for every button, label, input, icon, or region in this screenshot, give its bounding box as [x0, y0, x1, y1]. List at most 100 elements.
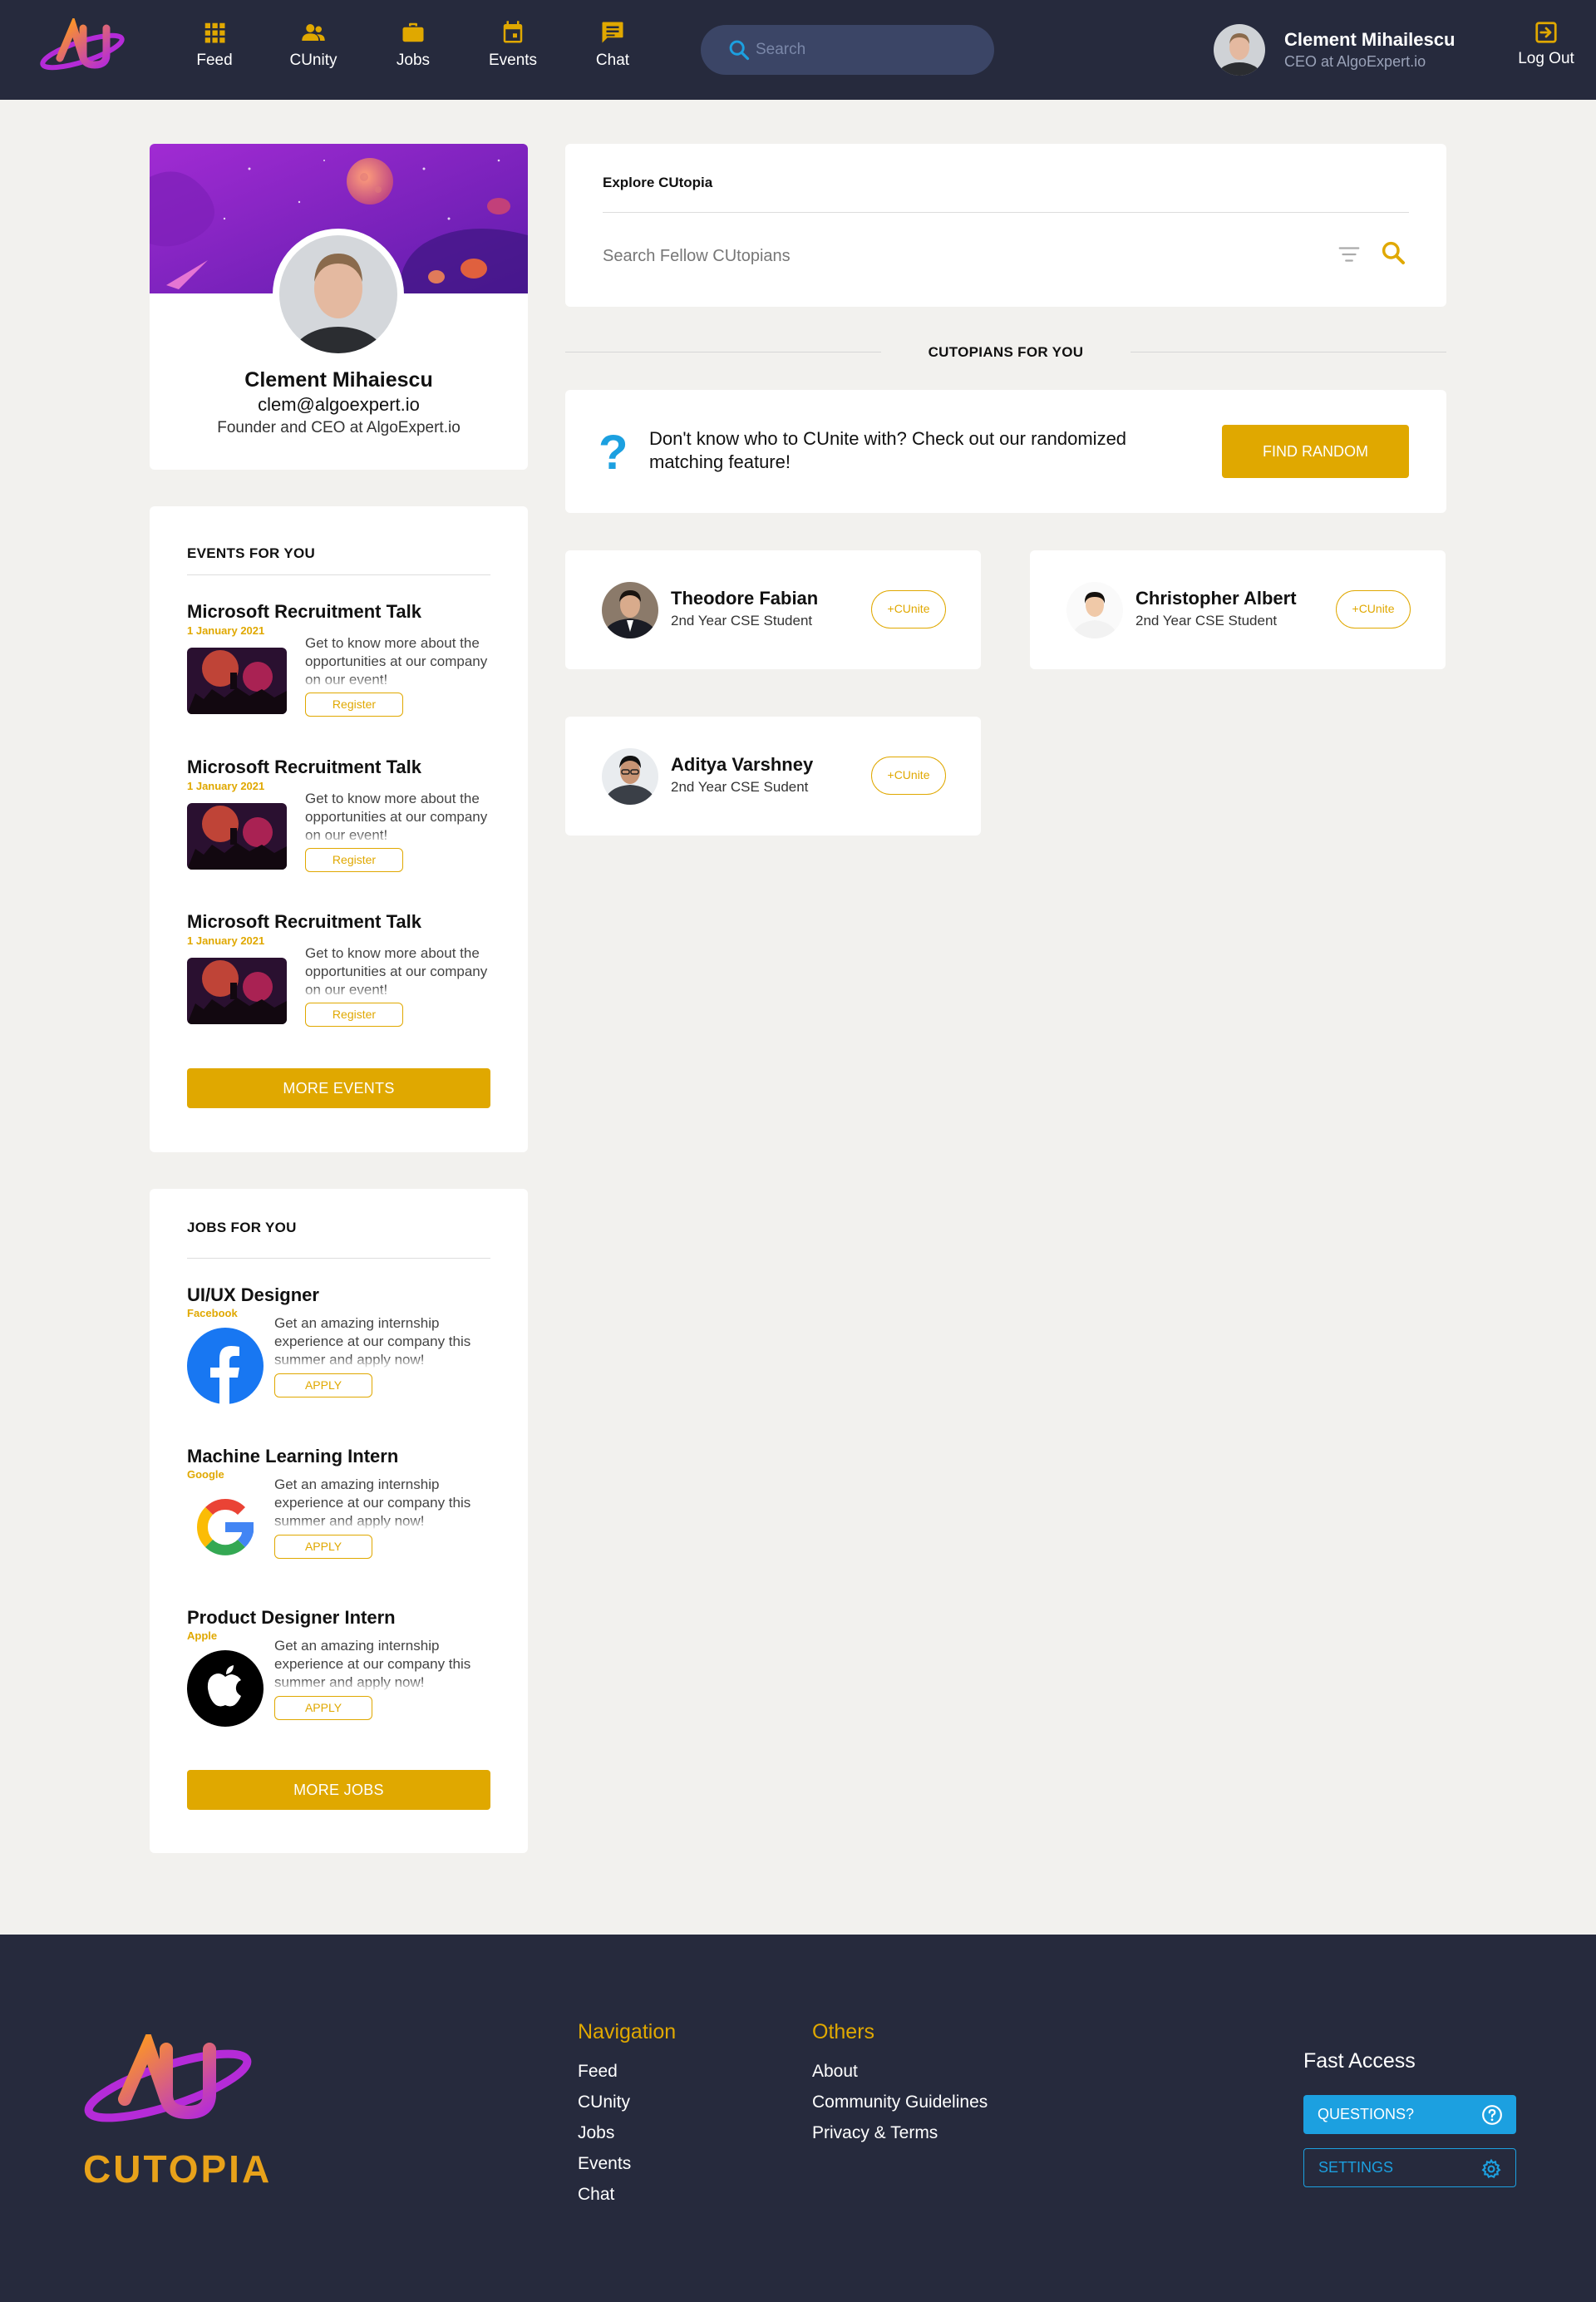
- nav-user-name[interactable]: Clement Mihailescu: [1284, 29, 1455, 51]
- avatar[interactable]: [602, 748, 658, 805]
- help-circle-icon: [1482, 2105, 1502, 2125]
- nav-events[interactable]: Events: [471, 20, 554, 70]
- explore-title: Explore CUtopia: [603, 175, 713, 190]
- explore-divider: [603, 212, 1409, 213]
- logout-icon: [1535, 22, 1557, 43]
- cunite-button[interactable]: +CUnite: [871, 757, 946, 795]
- apply-button[interactable]: APPLY: [274, 1696, 372, 1720]
- person-card: Theodore Fabian 2nd Year CSE Student +CU…: [565, 550, 981, 669]
- settings-button[interactable]: SETTINGS: [1303, 2148, 1516, 2187]
- cutopian-search-input[interactable]: [603, 239, 1268, 273]
- footer-link-events[interactable]: Events: [578, 2154, 631, 2174]
- event-date: 1 January 2021: [187, 780, 265, 792]
- person-card: Aditya Varshney 2nd Year CSE Sudent +CUn…: [565, 717, 981, 836]
- job-title[interactable]: Product Designer Intern: [187, 1607, 396, 1629]
- events-section-title: EVENTS FOR YOU: [187, 545, 316, 561]
- nav-feed[interactable]: Feed: [173, 20, 256, 70]
- register-button[interactable]: Register: [305, 693, 403, 717]
- nav-user-avatar[interactable]: [1214, 24, 1265, 76]
- more-events-button[interactable]: MORE EVENTS: [187, 1068, 490, 1108]
- cutopia-logo-icon[interactable]: [76, 2034, 259, 2130]
- person-subtitle: 2nd Year CSE Student: [1135, 613, 1278, 628]
- top-navbar: Feed CUnity Jobs Events Chat Clement Mih…: [0, 0, 1596, 100]
- person-name[interactable]: Theodore Fabian: [671, 588, 818, 609]
- gear-icon: [1481, 2158, 1501, 2178]
- footer-link-cunity[interactable]: CUnity: [578, 2093, 630, 2112]
- person-subtitle: 2nd Year CSE Sudent: [671, 779, 809, 795]
- nav-chat-label: Chat: [595, 52, 630, 69]
- calendar-icon: [503, 21, 523, 43]
- nav-feed-label: Feed: [196, 52, 233, 69]
- cutopia-logo-icon[interactable]: [37, 18, 128, 76]
- job-item: Machine Learning Intern Google Get an am…: [187, 1446, 495, 1595]
- person-name[interactable]: Aditya Varshney: [671, 754, 813, 776]
- event-item: Microsoft Recruitment Talk 1 January 202…: [187, 757, 495, 898]
- apply-button[interactable]: APPLY: [274, 1373, 372, 1397]
- cunite-button[interactable]: +CUnite: [871, 590, 946, 628]
- register-button[interactable]: Register: [305, 1003, 403, 1027]
- event-title[interactable]: Microsoft Recruitment Talk: [187, 757, 421, 778]
- footer-link-chat[interactable]: Chat: [578, 2185, 614, 2205]
- fast-access-title: Fast Access: [1303, 2049, 1416, 2073]
- find-random-button[interactable]: FIND RANDOM: [1222, 425, 1409, 478]
- questions-label: QUESTIONS?: [1318, 2106, 1415, 2122]
- footer-brand: CUTOPIA: [83, 2147, 273, 2191]
- job-company: Google: [187, 1468, 224, 1481]
- events-divider: [187, 574, 490, 575]
- chat-icon: [602, 22, 623, 43]
- event-date: 1 January 2021: [187, 934, 265, 947]
- footer-link-about[interactable]: About: [812, 2062, 858, 2082]
- jobs-card: JOBS FOR YOU UI/UX Designer Facebook Get…: [150, 1189, 528, 1853]
- logout-button[interactable]: Log Out: [1506, 20, 1586, 68]
- nav-cunity[interactable]: CUnity: [272, 20, 355, 70]
- nav-chat[interactable]: Chat: [571, 20, 654, 70]
- footer-link-privacy-terms[interactable]: Privacy & Terms: [812, 2123, 938, 2143]
- nav-jobs-label: Jobs: [396, 52, 431, 69]
- event-title[interactable]: Microsoft Recruitment Talk: [187, 601, 421, 623]
- footer-link-jobs[interactable]: Jobs: [578, 2123, 614, 2143]
- nav-events-label: Events: [488, 52, 538, 69]
- job-company: Apple: [187, 1629, 218, 1642]
- job-title[interactable]: Machine Learning Intern: [187, 1446, 398, 1467]
- job-item: UI/UX Designer Facebook Get an amazing i…: [187, 1284, 495, 1434]
- person-card: Christopher Albert 2nd Year CSE Student …: [1030, 550, 1446, 669]
- event-title[interactable]: Microsoft Recruitment Talk: [187, 911, 421, 933]
- job-company: Facebook: [187, 1307, 238, 1319]
- explore-card: Explore CUtopia: [565, 144, 1446, 307]
- nav-jobs[interactable]: Jobs: [372, 20, 455, 70]
- random-match-card: ? Don't know who to CUnite with? Check o…: [565, 390, 1446, 513]
- search-icon[interactable]: [727, 38, 751, 62]
- profile-avatar[interactable]: [273, 229, 404, 360]
- avatar[interactable]: [602, 582, 658, 638]
- apply-button[interactable]: APPLY: [274, 1535, 372, 1559]
- cutopians-section-title: CUTOPIANS FOR YOU: [928, 344, 1084, 360]
- questions-button[interactable]: QUESTIONS?: [1303, 2095, 1516, 2134]
- search-icon[interactable]: [1380, 239, 1406, 266]
- register-button[interactable]: Register: [305, 848, 403, 872]
- event-image: [187, 958, 287, 1024]
- cunite-button[interactable]: +CUnite: [1336, 590, 1411, 628]
- people-icon: [302, 24, 325, 41]
- footer-link-feed[interactable]: Feed: [578, 2062, 618, 2082]
- job-description: Get an amazing internship experience at …: [274, 1314, 495, 1369]
- question-icon: ?: [598, 426, 628, 480]
- avatar[interactable]: [1066, 582, 1123, 638]
- event-item: Microsoft Recruitment Talk 1 January 202…: [187, 911, 495, 1052]
- more-jobs-button[interactable]: MORE JOBS: [187, 1770, 490, 1810]
- job-description: Get an amazing internship experience at …: [274, 1476, 495, 1531]
- top-search-input[interactable]: [756, 25, 980, 75]
- nav-user-role: CEO at AlgoExpert.io: [1284, 53, 1426, 70]
- random-match-text: Don't know who to CUnite with? Check out…: [649, 428, 1127, 472]
- profile-email: clem@algoexpert.io: [258, 394, 420, 415]
- briefcase-icon: [402, 22, 424, 42]
- event-image: [187, 648, 287, 714]
- footer: CUTOPIA Navigation Feed CUnity Jobs Even…: [0, 1935, 1596, 2302]
- event-date: 1 January 2021: [187, 624, 265, 637]
- job-title[interactable]: UI/UX Designer: [187, 1284, 319, 1306]
- event-description: Get to know more about the opportunities…: [305, 944, 495, 999]
- filter-icon[interactable]: [1337, 242, 1362, 267]
- grid-icon: [204, 22, 225, 43]
- footer-link-community-guidelines[interactable]: Community Guidelines: [812, 2093, 988, 2112]
- person-name[interactable]: Christopher Albert: [1135, 588, 1297, 609]
- job-item: Product Designer Intern Apple Get an ama…: [187, 1607, 495, 1757]
